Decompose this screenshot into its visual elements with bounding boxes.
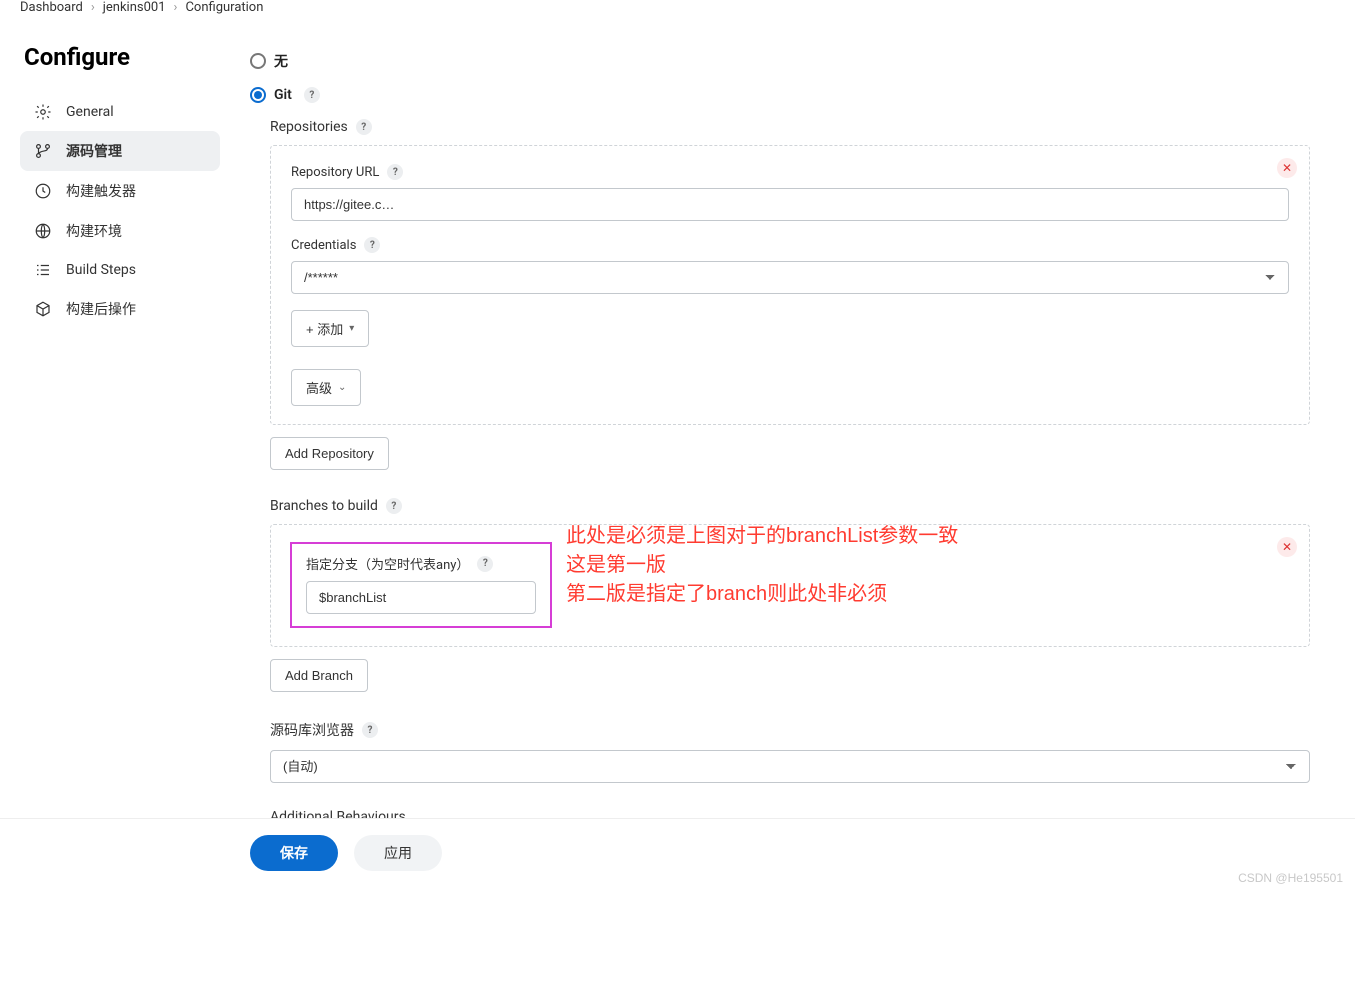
branches-label: Branches to build ? xyxy=(270,498,1310,514)
help-icon[interactable]: ? xyxy=(386,498,402,514)
footer-bar: 保存 应用 xyxy=(0,818,1355,891)
sidebar-item-label: 构建触发器 xyxy=(66,181,136,201)
branch-spec-input[interactable] xyxy=(306,581,536,614)
scm-option-git[interactable]: Git ? xyxy=(250,87,1310,103)
breadcrumb-page[interactable]: Configuration xyxy=(185,0,263,15)
advanced-button[interactable]: 高级⌄ xyxy=(291,369,361,406)
chevron-right-icon: › xyxy=(174,0,178,15)
save-button[interactable]: 保存 xyxy=(250,835,338,871)
scm-option-none[interactable]: 无 xyxy=(250,51,1310,71)
help-icon[interactable]: ? xyxy=(387,164,403,180)
sidebar-item-scm[interactable]: 源码管理 xyxy=(20,131,220,171)
radio-label-git: Git xyxy=(274,87,292,103)
remove-branch-button[interactable]: ✕ xyxy=(1277,537,1297,557)
repo-url-input[interactable] xyxy=(291,188,1289,221)
sidebar-item-label: 构建后操作 xyxy=(66,299,136,319)
cube-icon xyxy=(34,300,52,318)
branch-icon xyxy=(34,142,52,160)
sidebar-item-general[interactable]: General xyxy=(20,93,220,131)
list-icon xyxy=(34,261,52,279)
repository-block: ✕ Repository URL ? Credentials ? /******… xyxy=(270,145,1310,425)
branch-spec-label: 指定分支（为空时代表any） ? xyxy=(306,554,536,573)
help-icon[interactable]: ? xyxy=(356,119,372,135)
sidebar-item-label: 构建环境 xyxy=(66,221,122,241)
sidebar-item-label: Build Steps xyxy=(66,262,136,278)
repo-browser-select[interactable]: (自动) xyxy=(270,750,1310,783)
credentials-label: Credentials ? xyxy=(291,237,1289,253)
add-repository-button[interactable]: Add Repository xyxy=(270,437,389,470)
help-icon[interactable]: ? xyxy=(304,87,320,103)
help-icon[interactable]: ? xyxy=(364,237,380,253)
branch-block: ✕ 指定分支（为空时代表any） ? xyxy=(270,524,1310,647)
add-credential-button[interactable]: + 添加▾ xyxy=(291,310,369,347)
radio-icon[interactable] xyxy=(250,87,266,103)
repositories-label: Repositories ? xyxy=(270,119,1310,135)
sidebar-item-build-steps[interactable]: Build Steps xyxy=(20,251,220,289)
breadcrumb: Dashboard › jenkins001 › Configuration xyxy=(0,0,1355,23)
chevron-down-icon: ⌄ xyxy=(338,382,346,393)
sidebar-item-post-build[interactable]: 构建后操作 xyxy=(20,289,220,329)
repo-url-label: Repository URL ? xyxy=(291,164,1289,180)
help-icon[interactable]: ? xyxy=(477,556,493,572)
browser-label: 源码库浏览器 ? xyxy=(270,720,1310,740)
sidebar-item-environment[interactable]: 构建环境 xyxy=(20,211,220,251)
sidebar-item-triggers[interactable]: 构建触发器 xyxy=(20,171,220,211)
add-branch-button[interactable]: Add Branch xyxy=(270,659,368,692)
globe-icon xyxy=(34,222,52,240)
radio-icon[interactable] xyxy=(250,53,266,69)
sidebar-item-label: 源码管理 xyxy=(66,141,122,161)
radio-label-none: 无 xyxy=(274,51,288,71)
clock-icon xyxy=(34,182,52,200)
breadcrumb-job[interactable]: jenkins001 xyxy=(103,0,166,15)
branch-highlight-box: 指定分支（为空时代表any） ? xyxy=(290,542,552,628)
caret-down-icon: ▾ xyxy=(349,323,354,334)
page-title: Configure xyxy=(24,43,220,71)
chevron-right-icon: › xyxy=(91,0,95,15)
sidebar-item-label: General xyxy=(66,104,114,120)
watermark: CSDN @He195501 xyxy=(1238,871,1343,885)
breadcrumb-dashboard[interactable]: Dashboard xyxy=(20,0,83,15)
credentials-select[interactable]: /****** xyxy=(291,261,1289,294)
help-icon[interactable]: ? xyxy=(362,722,378,738)
remove-repository-button[interactable]: ✕ xyxy=(1277,158,1297,178)
apply-button[interactable]: 应用 xyxy=(354,835,442,871)
gear-icon xyxy=(34,103,52,121)
